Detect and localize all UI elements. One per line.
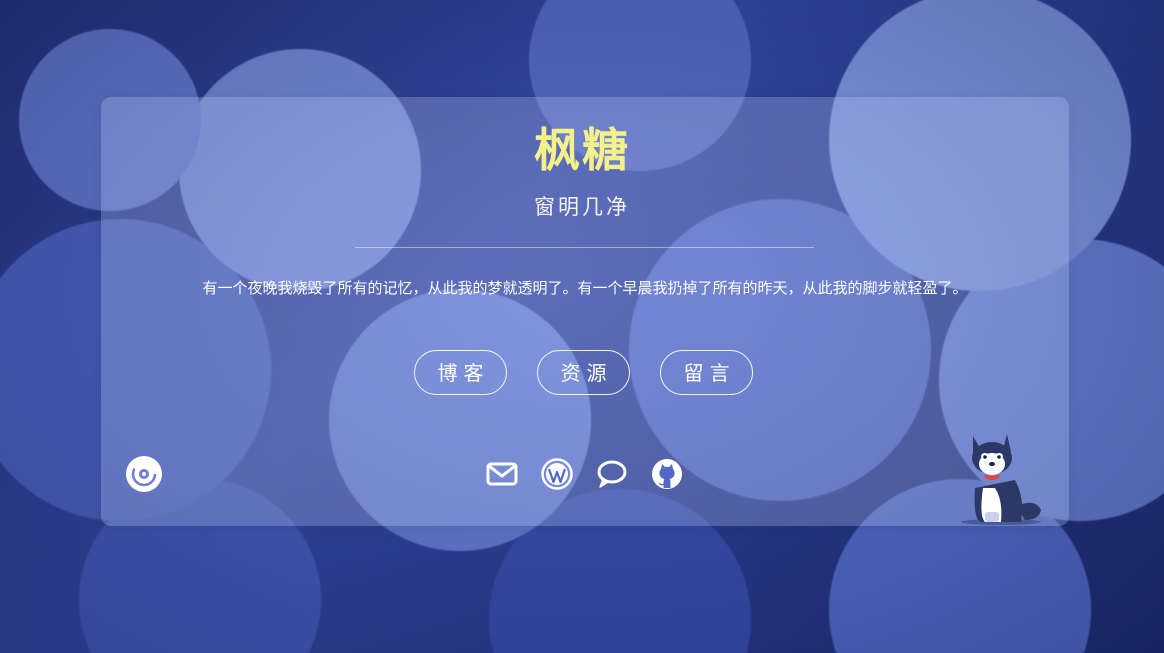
github-icon[interactable] bbox=[650, 457, 684, 491]
wordpress-icon[interactable] bbox=[540, 457, 574, 491]
resources-button[interactable]: 资源 bbox=[537, 350, 630, 395]
divider bbox=[355, 247, 814, 248]
husky-dog-mascot bbox=[961, 434, 1041, 525]
blog-button[interactable]: 博客 bbox=[414, 350, 507, 395]
guestbook-button[interactable]: 留言 bbox=[660, 350, 753, 395]
music-disc-icon[interactable] bbox=[125, 455, 163, 493]
site-quote: 有一个夜晚我烧毁了所有的记忆，从此我的梦就透明了。有一个早晨我扔掉了所有的昨天，… bbox=[202, 279, 968, 297]
mail-icon[interactable] bbox=[485, 457, 519, 491]
site-title: 枫糖 bbox=[534, 123, 630, 177]
chat-bubble-icon[interactable] bbox=[595, 457, 629, 491]
site-subtitle: 窗明几净 bbox=[534, 195, 630, 219]
